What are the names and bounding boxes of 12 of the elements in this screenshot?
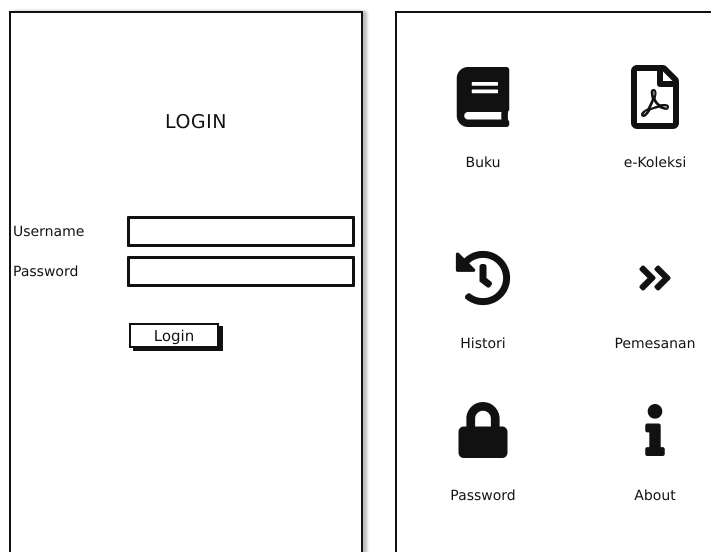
menu-item[interactable]: Buku <box>453 63 513 171</box>
screen-title: LOGIN <box>165 111 227 133</box>
field-label: Username <box>12 224 86 240</box>
menu-item[interactable]: Password <box>450 396 516 504</box>
field-label: Password <box>12 264 80 280</box>
menu-item[interactable]: Histori <box>455 244 511 352</box>
history-icon <box>455 250 511 306</box>
menu-item[interactable]: Pemesanan <box>614 244 696 352</box>
menu-item[interactable]: e-Koleksi <box>623 63 687 171</box>
menu-item[interactable]: About <box>629 396 681 504</box>
input-field[interactable] <box>127 256 355 287</box>
input-field[interactable] <box>127 216 355 247</box>
